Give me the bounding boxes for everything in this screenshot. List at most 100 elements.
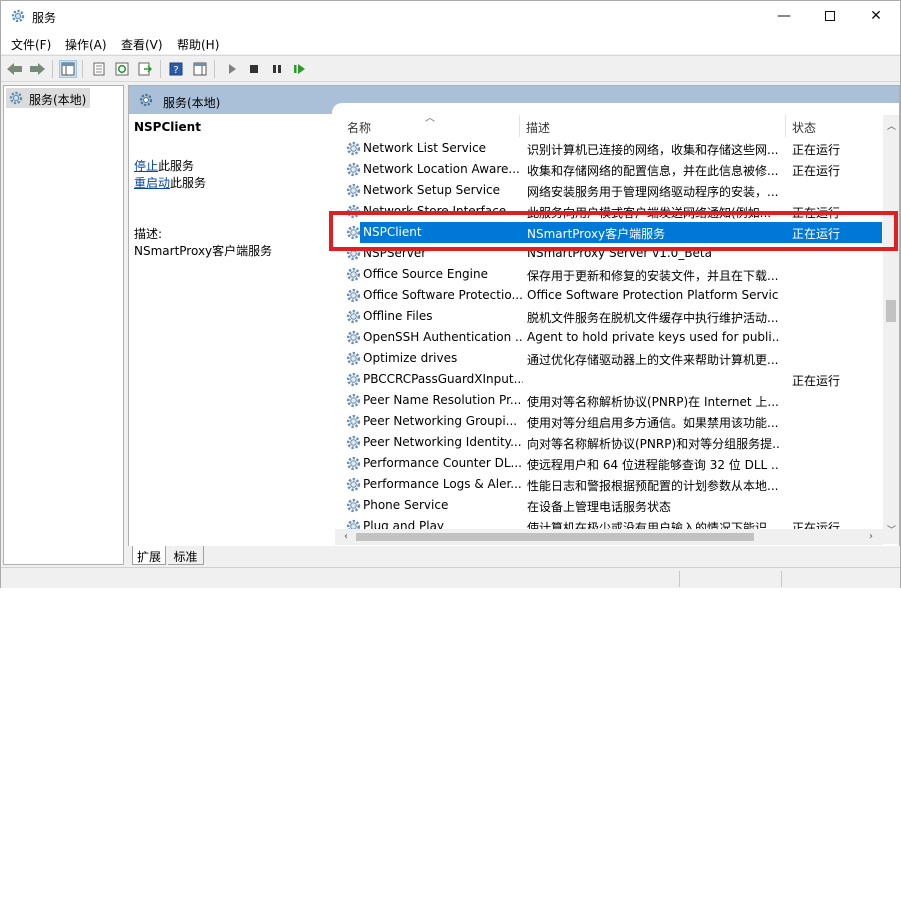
show-hide-tree-button[interactable]: [59, 60, 77, 78]
menu-file[interactable]: 文件(F): [11, 36, 51, 53]
service-description-cell: 性能日志和警报根据预配置的计划参数从本地...: [527, 479, 779, 493]
service-row[interactable]: Plug and Play 使计算机在极少或没有用户输入的情况下能识... 正在运行: [332, 516, 883, 529]
vertical-scrollbar[interactable]: ︿ ﹀: [883, 115, 899, 544]
minimize-button[interactable]: —: [761, 1, 807, 32]
stop-action: 停止此服务: [134, 157, 194, 174]
service-gear-icon: [345, 329, 362, 346]
status-bar: [1, 567, 900, 588]
service-row[interactable]: OpenSSH Authentication ... Agent to hold …: [332, 327, 883, 348]
vertical-scroll-thumb[interactable]: [886, 300, 896, 322]
service-status-cell: 正在运行: [792, 521, 841, 529]
service-status-cell: 正在运行: [792, 374, 841, 388]
service-gear-icon: [345, 476, 362, 493]
view-tabs: 扩展 标准: [128, 546, 900, 566]
service-description-cell: 脱机文件服务在脱机文件缓存中执行维护活动...: [527, 311, 779, 325]
service-row[interactable]: Peer Networking Groupi... 使用对等分组启用多方通信。如果…: [332, 411, 883, 432]
service-row[interactable]: Performance Counter DL... 使远程用户和 64 位进程能够…: [332, 453, 883, 474]
service-status-cell: 正在运行: [792, 164, 841, 178]
scroll-right-icon[interactable]: ›: [869, 531, 873, 542]
toolbar-separator: [214, 60, 215, 78]
column-header-status[interactable]: 状态: [792, 119, 816, 136]
console-tree-icon: [61, 62, 75, 76]
column-header-name[interactable]: 名称: [347, 119, 371, 136]
stop-service-button[interactable]: [245, 60, 263, 78]
action-pane-icon: [193, 62, 207, 76]
properties-button[interactable]: [90, 60, 108, 78]
service-description-cell: 使用对等分组启用多方通信。如果禁用该功能...: [527, 416, 779, 430]
pause-service-button[interactable]: [268, 60, 286, 78]
horizontal-scrollbar[interactable]: ‹ ›: [335, 529, 883, 545]
export-list-button[interactable]: [136, 60, 154, 78]
service-row[interactable]: Office Source Engine 保存用于更新和修复的安装文件，并且在下载…: [332, 264, 883, 285]
title-bar[interactable]: 服务 — ✕: [1, 1, 900, 32]
service-gear-icon: [345, 455, 362, 472]
refresh-icon: [115, 62, 129, 76]
stop-action-suffix: 此服务: [158, 159, 195, 173]
restart-action-suffix: 此服务: [170, 176, 207, 190]
horizontal-scroll-thumb[interactable]: [356, 533, 754, 541]
svg-text:?: ?: [173, 65, 178, 76]
description-text: NSmartProxy客户端服务: [134, 244, 273, 258]
service-row[interactable]: Office Software Protectio... Office Softw…: [332, 285, 883, 306]
service-description-cell: 在设备上管理电话服务状态: [527, 500, 672, 514]
service-row[interactable]: Network Location Aware... 收集和存储网络的配置信息，并在…: [332, 159, 883, 180]
service-name-cell: Phone Service: [363, 498, 449, 512]
service-name-cell: Network List Service: [363, 141, 487, 155]
service-row[interactable]: PBCCRCPassGuardXInput... 正在运行: [332, 369, 883, 390]
scroll-left-icon[interactable]: ‹: [344, 531, 348, 542]
column-header-description[interactable]: 描述: [526, 119, 550, 136]
maximize-button[interactable]: [807, 1, 853, 32]
service-name-cell: Performance Logs & Aler...: [363, 477, 522, 491]
pause-icon: [273, 65, 281, 73]
help-button[interactable]: ?: [167, 60, 185, 78]
column-divider[interactable]: [785, 115, 786, 137]
menu-action[interactable]: 操作(A): [65, 36, 107, 53]
service-row[interactable]: Network List Service 识别计算机已连接的网络，收集和存储这些网…: [332, 138, 883, 159]
service-description-cell: 使计算机在极少或没有用户输入的情况下能识...: [527, 521, 779, 529]
forward-button[interactable]: [28, 60, 46, 78]
service-row[interactable]: Optimize drives 通过优化存储驱动器上的文件来帮助计算机更...: [332, 348, 883, 369]
service-gear-icon: [345, 350, 362, 367]
service-gear-icon: [345, 140, 362, 157]
service-gear-icon: [345, 413, 362, 430]
refresh-button[interactable]: [113, 60, 131, 78]
service-gear-icon: [345, 308, 362, 325]
start-service-button[interactable]: [223, 60, 241, 78]
scroll-down-icon[interactable]: ﹀: [887, 523, 896, 536]
service-description-cell: Office Software Protection Platform Serv…: [527, 288, 779, 302]
stop-icon: [250, 65, 258, 73]
service-row[interactable]: Peer Networking Identity... 向对等名称解析协议(PNR…: [332, 432, 883, 453]
service-description-cell: 保存用于更新和修复的安装文件，并且在下载...: [527, 269, 779, 283]
toolbar: ?: [1, 55, 900, 82]
service-row[interactable]: Performance Logs & Aler... 性能日志和警报根据预配置的计…: [332, 474, 883, 495]
back-button[interactable]: [6, 60, 24, 78]
tree-item-services-local[interactable]: 服务(本地): [6, 88, 90, 108]
service-name-cell: Performance Counter DL...: [363, 456, 522, 470]
menu-help[interactable]: 帮助(H): [177, 36, 219, 53]
stop-service-link[interactable]: 停止: [134, 159, 158, 173]
tab-standard[interactable]: 标准: [168, 546, 204, 565]
service-row[interactable]: Network Setup Service 网络安装服务用于管理网络驱动程序的安装…: [332, 180, 883, 201]
service-name-cell: Network Location Aware...: [363, 162, 520, 176]
service-gear-icon: [345, 392, 362, 409]
tree-item-label: 服务(本地): [29, 93, 87, 107]
restart-service-button[interactable]: [291, 60, 309, 78]
scroll-up-icon[interactable]: ︿: [887, 119, 896, 132]
menu-view[interactable]: 查看(V): [121, 36, 163, 53]
console-tree: 服务(本地): [3, 85, 124, 565]
service-row[interactable]: Peer Name Resolution Pr... 使用对等名称解析协议(PNR…: [332, 390, 883, 411]
menu-bar: 文件(F) 操作(A) 查看(V) 帮助(H): [1, 32, 900, 54]
service-description-cell: 网络安装服务用于管理网络驱动程序的安装，...: [527, 185, 779, 199]
show-action-pane-button[interactable]: [191, 60, 209, 78]
maximize-icon: [825, 11, 835, 21]
column-divider[interactable]: [519, 115, 520, 137]
restart-action: 重启动此服务: [134, 174, 206, 191]
close-button[interactable]: ✕: [853, 1, 899, 32]
service-row[interactable]: Phone Service 在设备上管理电话服务状态: [332, 495, 883, 516]
services-rows: Network List Service 识别计算机已连接的网络，收集和存储这些网…: [332, 138, 883, 529]
service-row[interactable]: Offline Files 脱机文件服务在脱机文件缓存中执行维护活动...: [332, 306, 883, 327]
service-name-cell: Offline Files: [363, 309, 433, 323]
tab-extended[interactable]: 扩展: [132, 546, 166, 565]
services-pane: 服务(本地) NSPClient 停止此服务 重启动此服务 描述: NSmart…: [128, 85, 900, 565]
restart-service-link[interactable]: 重启动: [134, 176, 170, 190]
